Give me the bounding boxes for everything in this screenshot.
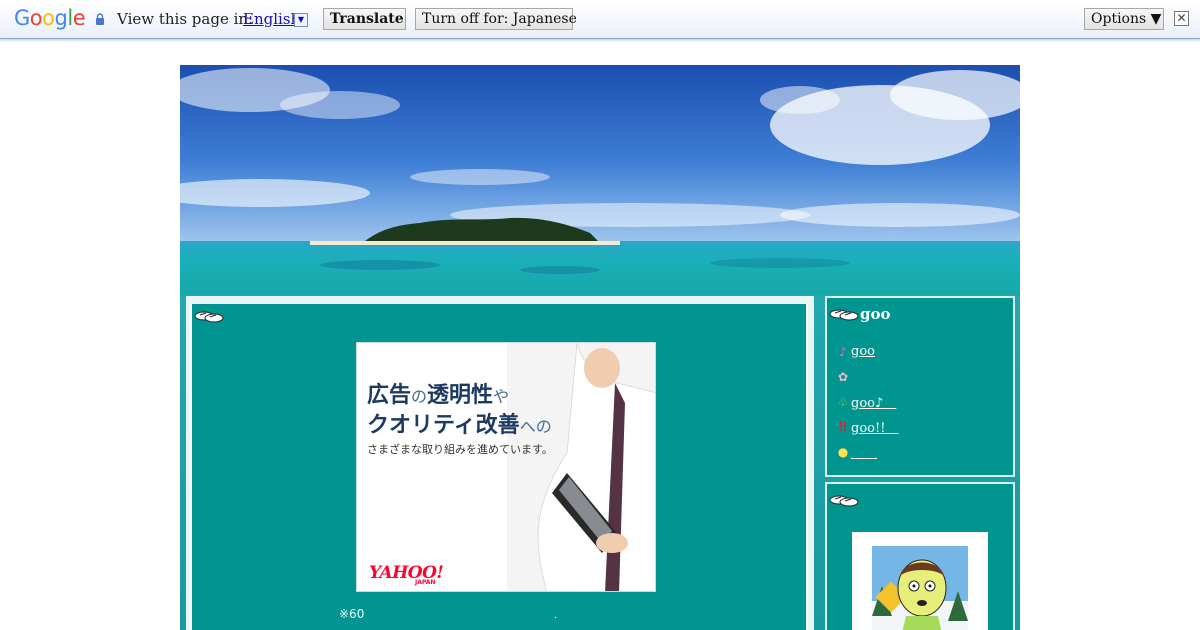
ad-headline-text: や	[493, 387, 510, 406]
close-icon[interactable]: ✕	[1174, 11, 1189, 26]
profile-image-frame	[852, 532, 988, 630]
yahoo-japan-logo-sub: JAPAN	[415, 579, 436, 586]
geta-sandals-icon	[829, 495, 859, 507]
main-article-content: 広告の透明性や クオリティ改善への さまざまな取り組みを進めています。 YAHO…	[190, 304, 808, 630]
ad-note-dot: .	[554, 610, 558, 621]
ad-subline: さまざまな取り組みを進めています。	[367, 443, 553, 456]
sidebar-item[interactable]: ♧ goo♪	[835, 391, 896, 412]
options-button[interactable]: Options ▼	[1084, 8, 1164, 30]
google-logo-letter: o	[42, 6, 55, 30]
google-logo-letter: o	[29, 6, 43, 30]
geta-sandals-icon	[829, 309, 859, 321]
sidebar-item[interactable]: ✿	[835, 366, 851, 384]
view-page-in-label: View this page in:	[117, 10, 254, 28]
sprout-icon: ♧	[837, 394, 849, 409]
ad-headline-text: の	[411, 387, 428, 406]
google-logo-letter: G	[14, 6, 30, 30]
sidebar-title: goo	[860, 305, 891, 323]
music-note-icon: ♪	[839, 344, 847, 359]
ad-headline-line-2: クオリティ改善への	[367, 407, 552, 439]
sidebar-item[interactable]: ♪ goo	[835, 341, 875, 359]
ad-headline-text: 広告	[367, 383, 412, 408]
translate-button[interactable]: Translate	[323, 8, 406, 30]
ad-note-text: ※60	[339, 607, 365, 621]
turn-off-translation-button[interactable]: Turn off for: Japanese	[415, 8, 577, 30]
sidebar-item-link[interactable]: goo♪	[851, 396, 896, 411]
blog-page: 広告の透明性や クオリティ改善への さまざまな取り組みを進めています。 YAHO…	[180, 65, 1020, 630]
google-logo: Google	[14, 6, 86, 30]
ad-headline-text: クオリティ改善	[367, 413, 520, 438]
sidebar-item-link[interactable]	[851, 446, 877, 461]
main-article-box: 広告の透明性や クオリティ改善への さまざまな取り組みを進めています。 YAHO…	[186, 296, 814, 630]
geta-sandals-icon	[194, 311, 224, 323]
sidebar-item-link[interactable]: goo	[851, 344, 875, 359]
double-exclamation-icon: ‼	[839, 419, 847, 434]
ad-headline-line-1: 広告の透明性や	[367, 377, 509, 409]
language-dropdown-arrow[interactable]: ▼	[294, 13, 308, 27]
sidebar-box-profile	[825, 482, 1015, 630]
yahoo-ad-banner[interactable]: 広告の透明性や クオリティ改善への さまざまな取り組みを進めています。 YAHO…	[356, 342, 656, 592]
lightbulb-icon: ●	[837, 444, 849, 459]
google-logo-letter: g	[54, 6, 68, 30]
language-select-link[interactable]: English	[243, 10, 300, 28]
google-logo-letter: e	[72, 6, 86, 30]
header-ocean-island-image	[180, 65, 1020, 295]
ad-headline-text: 透明性	[427, 383, 494, 408]
ad-person-with-tablet-image	[507, 343, 655, 591]
translate-bar: Google View this page in: English ▼ Tran…	[0, 0, 1200, 39]
sidebar-item[interactable]: ‼ goo!!	[835, 416, 898, 437]
ad-headline-text: への	[519, 417, 552, 436]
profile-avatar-image[interactable]	[872, 546, 968, 630]
flower-icon: ✿	[837, 369, 849, 384]
sidebar-item-link[interactable]: goo!!	[851, 421, 898, 436]
sidebar-item[interactable]: ●	[835, 441, 877, 459]
lock-icon	[96, 13, 104, 25]
sidebar-box-goo: goo ♪ goo ✿ ♧ goo♪ ‼ goo!! ●	[825, 296, 1015, 477]
